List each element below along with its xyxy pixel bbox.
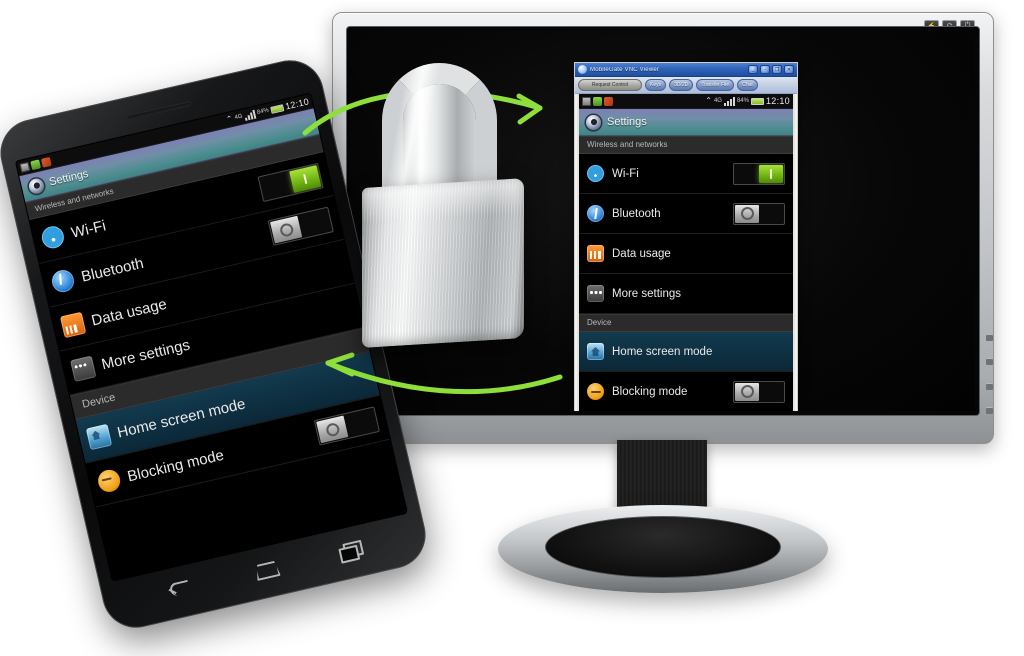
network-type-label: 4G [234,113,244,122]
wifi-icon: ⌃ [705,96,712,105]
blocking-mode-toggle[interactable] [733,380,785,403]
settings-row-home-screen-mode[interactable]: Home screen mode [579,332,793,372]
settings-row-bluetooth[interactable]: Bluetooth [579,194,793,234]
monitor-stand-base-inner [545,516,781,578]
more-settings-icon [587,285,604,302]
bluetooth-icon [49,267,77,295]
settings-gear-icon [27,176,46,195]
power-button[interactable] [986,406,993,414]
padlock-body [362,178,524,348]
network-type-label: 4G [713,98,722,104]
android-settings-mirror: ⌃ 4G 84% 12:10 Settings Wireless and net… [579,94,793,411]
home-screen-icon [587,343,604,360]
back-button[interactable] [165,576,195,601]
signal-icon [243,109,257,121]
settings-row-blocking-mode[interactable]: Blocking mode [579,372,793,411]
section-header-device: Device [579,314,793,332]
screenshot-icon [19,161,31,173]
transfer-file-button[interactable]: Transfer File [696,79,735,91]
window-controls[interactable]: _ ▫ ❐ ✕ [748,65,794,74]
vnc-title-bar[interactable]: MobileGate VNC Viewer _ ▫ ❐ ✕ [575,63,797,77]
maximize-button[interactable]: ▫ [760,65,770,74]
section-header-wireless: Wireless and networks [579,136,793,154]
data-usage-icon [59,311,87,339]
keys-button[interactable]: Keys [645,79,667,91]
settings-gear-icon [586,114,601,130]
home-button[interactable] [250,556,280,581]
wifi-icon [39,224,67,251]
wifi-toggle[interactable] [257,162,324,203]
blocking-mode-icon [587,383,604,400]
settings-row-wifi[interactable]: Wi-Fi [579,154,793,194]
recents-button[interactable] [335,537,365,562]
wifi-icon [587,165,604,182]
vnc-remote-viewport[interactable]: ⌃ 4G 84% 12:10 Settings Wireless and net… [577,94,795,411]
vnc-toolbar[interactable]: Request Control Keys 3D/2D Transfer File… [575,77,797,94]
bluetooth-icon [587,205,604,222]
settings-row-label: Data usage [612,247,671,260]
usb-icon [30,158,41,170]
wifi-toggle[interactable] [733,162,785,185]
restore-button[interactable]: ❐ [772,65,782,74]
sync-icon [604,96,613,106]
android-action-bar: Settings [579,109,793,136]
security-padlock [352,63,527,348]
settings-row-label: Wi-Fi [612,167,639,180]
phone-earpiece [126,100,192,121]
usb-icon [593,96,602,106]
settings-row-more-settings[interactable]: More settings [579,274,793,314]
battery-icon [750,97,764,105]
up-button[interactable] [986,358,993,366]
menu-button[interactable] [986,334,993,341]
home-screen-icon [85,423,113,451]
minimize-button[interactable]: _ [748,65,758,74]
more-settings-icon [70,355,97,383]
battery-percent-label: 84% [736,98,749,104]
data-usage-icon [587,245,604,262]
status-bar-clock: 12:10 [765,96,790,106]
bluetooth-toggle[interactable] [267,206,334,246]
wifi-icon: ⌃ [225,113,234,125]
scene-root: ⚡ ⌬ ⏻ MobileGate VNC Viewer _ ▫ ❐ ✕ [0,0,1024,656]
vnc-window-title: MobileGate VNC Viewer [590,66,660,73]
battery-percent-label: 84% [256,107,270,117]
screenshot-icon [582,96,591,106]
settings-row-data-usage[interactable]: Data usage [579,234,793,274]
page-title: Settings [48,167,90,189]
monitor-side-buttons[interactable] [985,331,994,417]
settings-row-label: Home screen mode [612,345,713,358]
page-title: Settings [607,116,647,128]
chat-button[interactable]: Chat [737,79,758,91]
signal-icon [723,96,735,106]
settings-row-label: Blocking mode [612,385,688,398]
vnc-viewer-window[interactable]: MobileGate VNC Viewer _ ▫ ❐ ✕ Request Co… [574,62,798,411]
bluetooth-toggle[interactable] [733,202,785,225]
sync-icon [40,156,52,168]
settings-row-label: More settings [612,287,682,300]
view-mode-button[interactable]: 3D/2D [669,79,694,91]
request-control-button[interactable]: Request Control [578,79,642,91]
blocking-mode-toggle[interactable] [313,406,381,446]
down-button[interactable] [986,382,993,390]
blocking-mode-icon [95,467,123,495]
battery-icon [270,103,285,114]
settings-row-label: Bluetooth [612,207,661,220]
android-status-bar: ⌃ 4G 84% 12:10 [579,94,793,109]
vnc-app-icon [578,65,587,74]
close-button[interactable]: ✕ [784,65,794,74]
